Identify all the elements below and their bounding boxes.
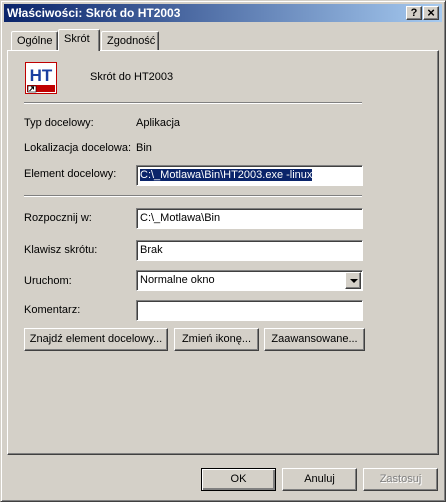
target-input[interactable]: C:\_Motlawa\Bin\HT2003.exe -linux: [136, 165, 363, 186]
target-label: Element docelowy:: [24, 168, 117, 180]
tab-general[interactable]: Ogólne: [11, 31, 58, 50]
help-button[interactable]: ?: [406, 6, 422, 20]
target-location-value: Bin: [136, 142, 152, 154]
hotkey-label: Klawisz skrótu:: [24, 244, 98, 256]
ok-button[interactable]: OK: [201, 468, 276, 491]
run-label: Uruchom:: [24, 275, 72, 287]
ht-app-icon: HT: [25, 62, 57, 94]
find-target-button[interactable]: Znajdź element docelowy...: [24, 328, 168, 351]
target-input-value: C:\_Motlawa\Bin\HT2003.exe -linux: [140, 169, 313, 181]
target-type-label: Typ docelowy:: [24, 117, 94, 129]
shortcut-name: Skrót do HT2003: [90, 71, 174, 83]
comment-label: Komentarz:: [24, 304, 81, 316]
close-button[interactable]: ×: [423, 6, 439, 20]
change-icon-button[interactable]: Zmień ikonę...: [174, 328, 259, 351]
separator: [24, 195, 362, 197]
hotkey-input[interactable]: Brak: [136, 240, 363, 261]
title-bar[interactable]: Właściwości: Skrót do HT2003 ? ×: [4, 4, 442, 22]
run-select-value: Normalne okno: [140, 274, 215, 286]
comment-input[interactable]: [136, 300, 363, 321]
separator: [24, 102, 362, 104]
cancel-button[interactable]: Anuluj: [282, 468, 357, 491]
apply-button[interactable]: Zastosuj: [363, 468, 438, 491]
chevron-down-icon[interactable]: [345, 272, 361, 289]
tab-compatibility[interactable]: Zgodność: [101, 31, 159, 50]
start-in-input[interactable]: C:\_Motlawa\Bin: [136, 208, 363, 229]
tab-shortcut[interactable]: Skrót: [58, 29, 100, 51]
ht-icon-text: HT: [30, 66, 53, 85]
properties-window: Właściwości: Skrót do HT2003 ? × Ogólne …: [0, 0, 446, 502]
start-in-label: Rozpocznij w:: [24, 212, 92, 224]
target-type-value: Aplikacja: [136, 117, 181, 129]
run-select[interactable]: Normalne okno: [136, 270, 363, 291]
window-title: Właściwości: Skrót do HT2003: [7, 6, 181, 20]
target-location-label: Lokalizacja docelowa:: [24, 142, 132, 154]
advanced-button[interactable]: Zaawansowane...: [264, 328, 365, 351]
